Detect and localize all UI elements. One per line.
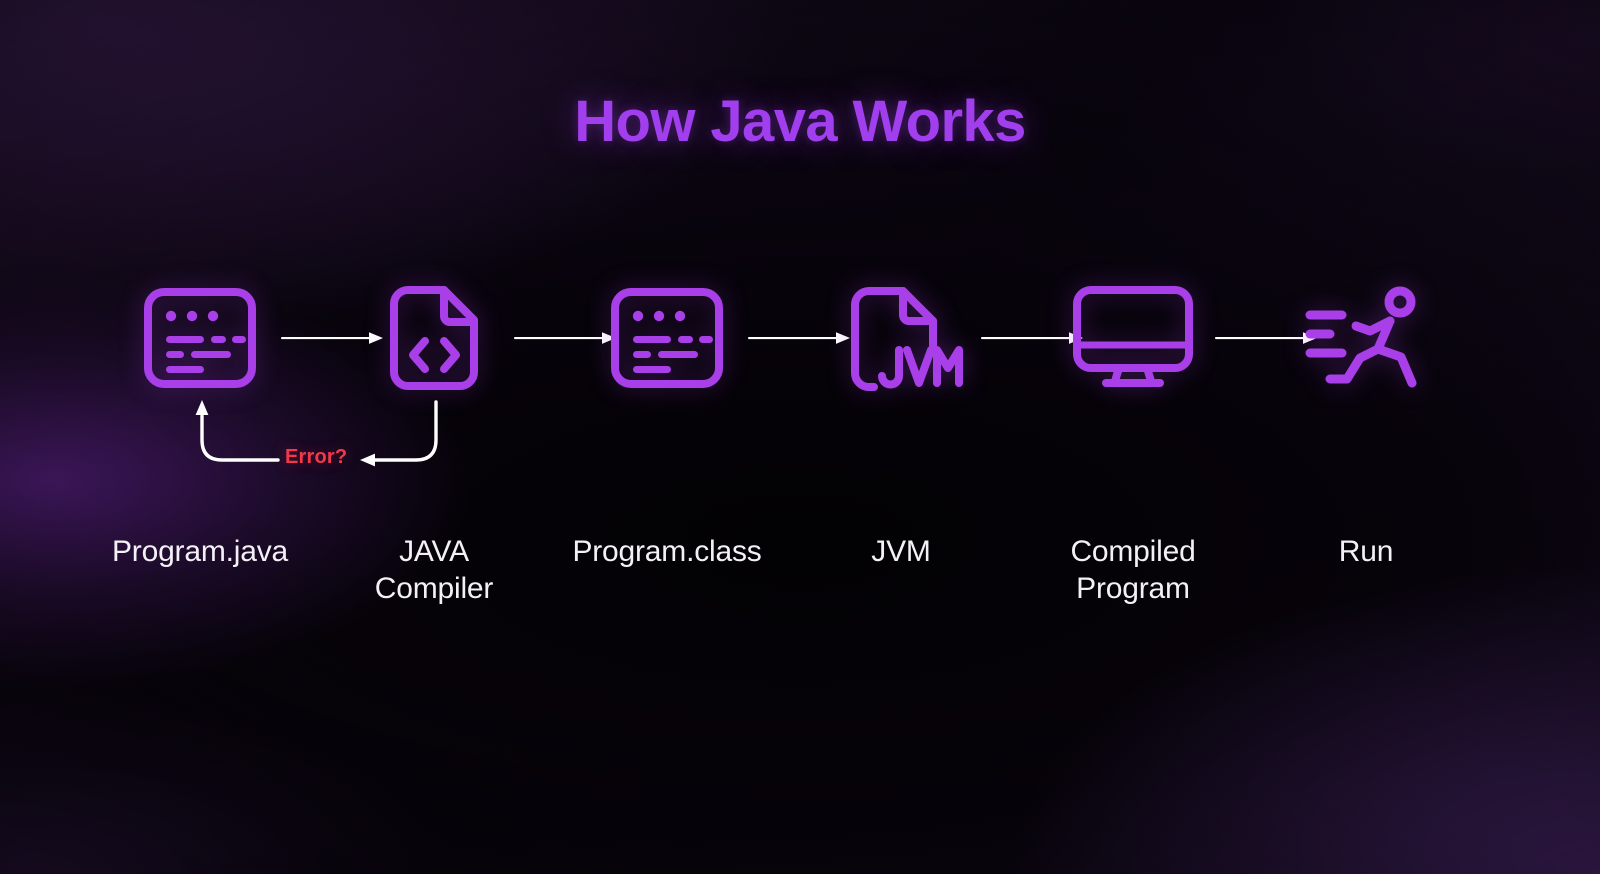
label-run: Run: [1338, 535, 1394, 568]
flow-labels: Program.java JAVA Compiler Program.class…: [0, 533, 1600, 623]
node-program-java[interactable]: [130, 268, 270, 408]
code-window-icon: [144, 288, 256, 388]
node-run[interactable]: [1296, 268, 1436, 408]
flow-diagram: [0, 268, 1600, 408]
code-file-icon: [389, 285, 479, 391]
node-program-class[interactable]: [597, 268, 737, 408]
error-feedback-loop: [0, 398, 1600, 498]
node-jvm[interactable]: [831, 268, 971, 408]
error-label: Error?: [285, 446, 348, 468]
node-java-compiler[interactable]: [364, 268, 504, 408]
running-person-icon: [1304, 286, 1428, 390]
diagram-canvas: How Java Works Error? Program.java JAVA …: [0, 0, 1600, 874]
node-compiled-program[interactable]: [1063, 268, 1203, 408]
jvm-file-icon: [845, 284, 963, 392]
code-window-icon: [611, 288, 723, 388]
monitor-icon: [1073, 286, 1193, 390]
page-title: How Java Works: [574, 89, 1026, 154]
